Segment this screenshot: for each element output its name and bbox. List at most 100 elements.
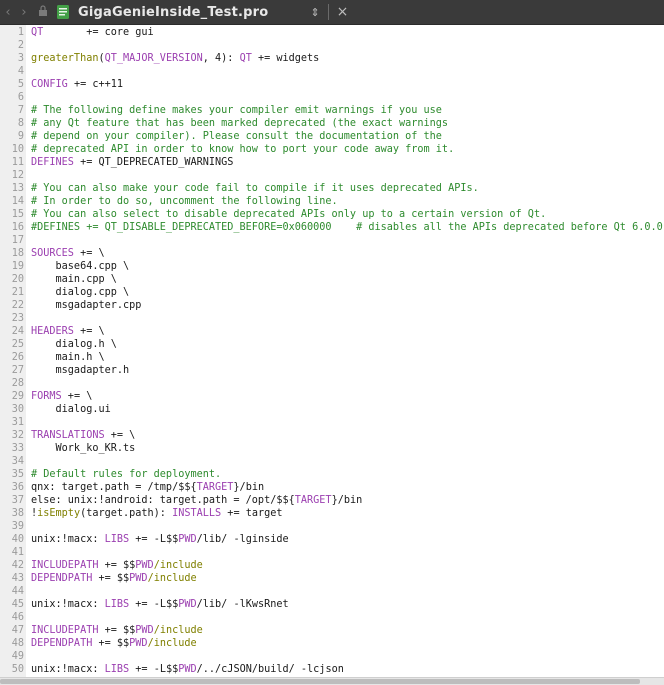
code-text: SOURCES += \ [31,247,105,260]
code-text: DEPENDPATH += $$PWD/include [31,572,197,585]
code-token: dialog.cpp \ [31,287,130,298]
document-title[interactable]: GigaGenieInside_Test.pro [78,5,268,20]
code-token: main.cpp \ [31,274,117,285]
line-number: 50 [11,664,24,675]
code-text: dialog.ui [31,403,111,416]
code-token: HEADERS [31,326,74,337]
code-line: 31 [0,416,664,429]
code-text: FORMS += \ [31,390,92,403]
line-number: 42 [11,560,24,571]
code-line: 23 [0,312,664,325]
code-token: else: unix:!android: target.path = /opt/… [31,495,295,506]
code-line: 17 [0,234,664,247]
line-number: 15 [11,209,24,220]
code-editor[interactable]: 1 QT += core gui 2 3 greaterThan(QT_MAJOR_VE… [0,25,664,678]
line-number: 18 [11,248,24,259]
code-line: 1 QT += core gui [0,26,664,39]
line-number: 46 [11,612,24,623]
code-token: PWD [135,625,154,636]
code-token: }/bin [331,495,363,506]
code-token: , 4): [202,53,240,64]
code-token: += \ [104,430,136,441]
code-line: 35 # Default rules for deployment. [0,468,664,481]
close-document-icon[interactable]: × [337,4,349,20]
code-line: 50 unix:!macx: LIBS += -L$$PWD/../cJSON/b… [0,663,664,676]
line-number: 47 [11,625,24,636]
line-number: 44 [11,586,24,597]
code-text: # any Qt feature that has been marked de… [31,117,448,130]
code-text: # The following define makes your compil… [31,104,442,117]
code-line: 40 unix:!macx: LIBS += -L$$PWD/lib/ -lgin… [0,533,664,546]
line-number: 22 [11,300,24,311]
code-line: 38 !isEmpty(target.path): INSTALLS += tar… [0,507,664,520]
code-text: CONFIG += c++11 [31,78,123,91]
code-line: 5 CONFIG += c++11 [0,78,664,91]
line-number: 19 [11,261,24,272]
code-token: }/bin [233,482,265,493]
line-number: 28 [11,378,24,389]
code-token: # deprecated API in order to know how to… [31,144,455,155]
line-number: 43 [11,573,24,584]
code-text: unix:!macx: LIBS += -L$$PWD/../cJSON/bui… [31,663,344,676]
code-line: 20 main.cpp \ [0,273,664,286]
line-number: 27 [11,365,24,376]
lock-icon [38,5,50,19]
code-token: PWD [135,560,154,571]
code-text: DEFINES += QT_DEPRECATED_WARNINGS [31,156,233,169]
code-token: main.h \ [31,352,105,363]
document-switcher-icon[interactable]: ⇕ [310,6,319,19]
code-line: 2 [0,39,664,52]
code-token: FORMS [31,391,62,402]
code-token: INCLUDEPATH [31,560,99,571]
code-line: 13 # You can also make your code fail to … [0,182,664,195]
code-line: 32 TRANSLATIONS += \ [0,429,664,442]
code-token: /include [147,573,197,584]
code-line: 39 [0,520,664,533]
code-line: 47 INCLUDEPATH += $$PWD/include [0,624,664,637]
project-file-icon [56,4,70,20]
forward-arrow-icon[interactable]: › [16,5,32,20]
code-text: Work_ko_KR.ts [31,442,136,455]
code-line: 9 # depend on your compiler). Please cons… [0,130,664,143]
line-number: 36 [11,482,24,493]
code-line: 18 SOURCES += \ [0,247,664,260]
code-token: += $$ [98,560,136,571]
back-arrow-icon[interactable]: ‹ [0,5,16,20]
line-number: 20 [11,274,24,285]
code-line: 30 dialog.ui [0,403,664,416]
code-line: 21 dialog.cpp \ [0,286,664,299]
code-token: PWD [178,599,197,610]
code-line: 43 DEPENDPATH += $$PWD/include [0,572,664,585]
code-token: += c++11 [67,79,124,90]
code-text: greaterThan(QT_MAJOR_VERSION, 4): QT += … [31,52,319,65]
code-token: /include [153,560,203,571]
code-token: PWD [129,638,148,649]
line-number: 14 [11,196,24,207]
code-line: 7 # The following define makes your compi… [0,104,664,117]
code-text: dialog.h \ [31,338,117,351]
line-number: 24 [11,326,24,337]
line-number: 3 [17,53,24,64]
code-text: # deprecated API in order to know how to… [31,143,454,156]
code-text: INCLUDEPATH += $$PWD/include [31,624,203,637]
code-token: qnx: target.path = /tmp/$${ [31,482,197,493]
code-text: # You can also select to disable depreca… [31,208,546,221]
code-token: # depend on your compiler). Please consu… [31,131,442,142]
code-token: += $$ [92,573,130,584]
line-number: 17 [11,235,24,246]
code-line: 34 [0,455,664,468]
code-line: 36 qnx: target.path = /tmp/$${TARGET}/bin [0,481,664,494]
code-token: msgadapter.h [31,365,130,376]
code-token: # You can also make your code fail to co… [31,183,479,194]
code-token: += core gui [43,27,154,38]
line-number: 33 [11,443,24,454]
code-token: += -L$$ [129,599,179,610]
code-token: Work_ko_KR.ts [31,443,136,454]
line-number: 30 [11,404,24,415]
code-token: += -L$$ [129,534,179,545]
code-line: 45 unix:!macx: LIBS += -L$$PWD/lib/ -lKws… [0,598,664,611]
code-token: TARGET [196,482,234,493]
scrollbar-thumb[interactable] [0,679,640,684]
horizontal-scrollbar[interactable] [0,677,664,685]
code-text: # Default rules for deployment. [31,468,221,481]
